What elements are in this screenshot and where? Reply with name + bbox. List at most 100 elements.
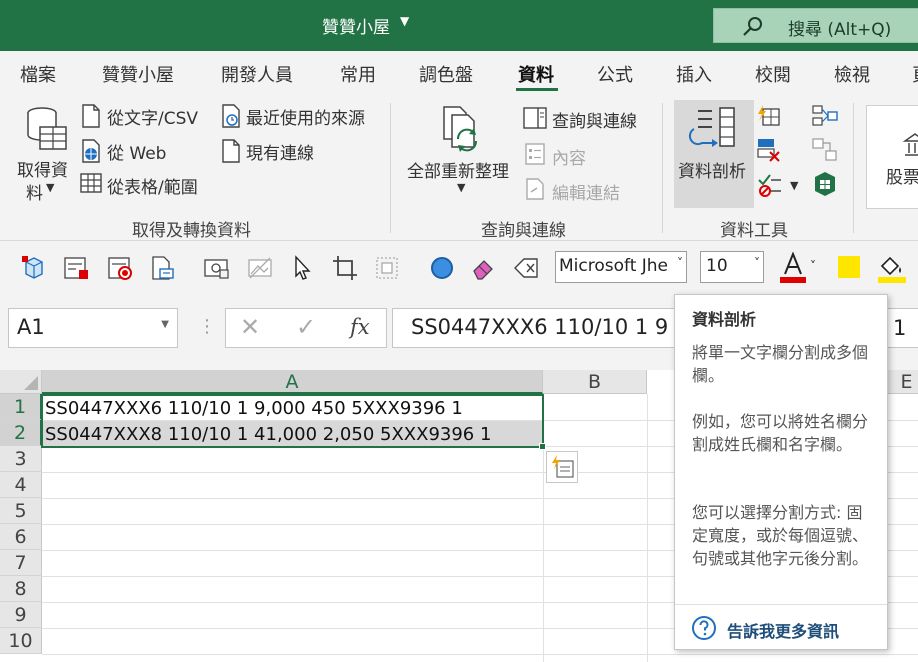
fill-color-icon[interactable]	[876, 252, 908, 284]
enter-icon[interactable]: ✓	[296, 313, 316, 341]
database-table-icon	[27, 107, 67, 150]
edit-links-button[interactable]: 編輯連結	[552, 179, 620, 204]
selection-border	[41, 394, 544, 448]
active-tab-indicator	[516, 88, 558, 91]
tab-formulas[interactable]: 公式	[597, 61, 633, 87]
existing-connections-icon	[222, 139, 240, 163]
row-header-2[interactable]: 2	[0, 420, 42, 446]
tooltip-example: 例如，您可以將姓名欄分割成姓氏欄和名字欄。	[692, 412, 869, 454]
font-name-select[interactable]: Microsoft Jhe ˅	[555, 251, 687, 283]
tab-review[interactable]: 校閱	[755, 61, 791, 87]
from-web-button[interactable]: 從 Web	[107, 139, 166, 164]
flash-fill-icon[interactable]	[757, 105, 781, 127]
column-header-b[interactable]: B	[543, 370, 647, 394]
tab-developer[interactable]: 開發人員	[221, 61, 293, 87]
eraser-icon[interactable]	[470, 254, 498, 282]
chevron-down-icon[interactable]: ▼	[161, 319, 169, 330]
search-box[interactable]: 搜尋 (Alt+Q)	[713, 8, 918, 43]
form-tools-icon[interactable]	[62, 254, 90, 282]
row-header-3[interactable]: 3	[0, 446, 42, 472]
tab-zanzan[interactable]: 贊贊小屋	[102, 61, 174, 87]
font-name-value: Microsoft Jhe	[559, 256, 669, 276]
fill-handle[interactable]	[539, 443, 546, 450]
group-label-queries: 查詢與連線	[481, 221, 566, 241]
select-all-button[interactable]	[0, 370, 42, 394]
cube-box-icon[interactable]	[20, 254, 48, 282]
recent-sources-icon	[222, 104, 240, 128]
chevron-down-icon[interactable]: ▼	[457, 181, 465, 194]
font-color-icon[interactable]	[779, 252, 807, 284]
cancel-icon[interactable]: ✕	[240, 313, 260, 341]
workbook-title[interactable]: 贊贊小屋	[322, 13, 390, 38]
chevron-down-icon[interactable]: ▼	[46, 181, 54, 194]
chevron-down-icon[interactable]: ▼	[790, 179, 798, 192]
chevron-down-icon[interactable]: ▼	[400, 14, 409, 28]
from-text-csv-button[interactable]: 從文字/CSV	[107, 104, 198, 129]
get-data-button[interactable]: 取得資	[17, 156, 68, 181]
tab-palette[interactable]: 調色盤	[419, 61, 473, 87]
font-size-select[interactable]: 10 ˅	[700, 251, 764, 283]
help-icon	[692, 616, 716, 640]
tab-file[interactable]: 檔案	[20, 61, 56, 87]
group-separator	[390, 103, 391, 233]
clear-format-icon[interactable]	[512, 254, 540, 282]
data-model-icon[interactable]	[812, 171, 838, 197]
row-header-8[interactable]: 8	[0, 576, 42, 602]
recent-sources-button[interactable]: 最近使用的來源	[246, 104, 365, 129]
existing-connections-button[interactable]: 現有連線	[246, 139, 314, 164]
row-header-10[interactable]: 10	[0, 628, 42, 654]
search-icon	[743, 17, 762, 36]
row-gridline	[42, 654, 918, 655]
stocks-button[interactable]: 股票	[866, 105, 918, 209]
formula-overflow-text: 1	[893, 316, 907, 340]
text-to-columns-label: 資料剖析	[678, 162, 746, 182]
queries-pane-icon	[523, 107, 547, 129]
from-table-range-button[interactable]: 從表格/範圍	[107, 173, 198, 198]
relationships-icon[interactable]	[812, 138, 838, 162]
tell-me-more-link[interactable]: 告訴我更多資訊	[727, 618, 839, 642]
tooltip-options: 您可以選擇分割方式: 固定寬度，或於每個逗號、句號或其他字元後分割。	[692, 503, 869, 568]
refresh-all-button[interactable]: 全部重新整理	[407, 157, 509, 182]
chevron-down-icon[interactable]: ˅	[810, 259, 816, 273]
shape-circle-icon[interactable]	[428, 254, 456, 282]
row-header-7[interactable]: 7	[0, 550, 42, 576]
remove-duplicates-icon[interactable]	[757, 138, 781, 162]
row-header-6[interactable]: 6	[0, 524, 42, 550]
properties-button[interactable]: 內容	[552, 144, 586, 169]
crop-icon[interactable]	[331, 254, 359, 282]
flash-fill-options-button[interactable]	[546, 451, 578, 483]
name-box[interactable]: A1 ▼	[8, 308, 178, 348]
get-data-button-line2[interactable]: 料	[26, 179, 43, 204]
formula-content: SS0447XXX6 110/10 1 9	[411, 315, 669, 339]
data-validation-icon[interactable]	[757, 172, 783, 198]
tab-page[interactable]: 頁	[912, 61, 918, 87]
tab-data[interactable]: 資料	[518, 61, 554, 87]
quick-access-toolbar: Microsoft Jhe ˅ 10 ˅ ˅	[0, 240, 918, 294]
row-header-9[interactable]: 9	[0, 602, 42, 628]
consolidate-icon[interactable]	[812, 105, 838, 127]
group-objects-icon[interactable]	[373, 254, 401, 282]
row-header-4[interactable]: 4	[0, 472, 42, 498]
image-disabled-icon[interactable]	[246, 254, 274, 282]
column-header-e[interactable]: E	[887, 370, 918, 394]
queries-connections-button[interactable]: 查詢與連線	[552, 107, 637, 132]
chevron-down-icon: ˅	[677, 256, 683, 270]
row-header-5[interactable]: 5	[0, 498, 42, 524]
column-header-a[interactable]: A	[42, 370, 543, 394]
tab-view[interactable]: 檢視	[834, 61, 870, 87]
stocks-label: 股票	[886, 168, 918, 188]
drag-handle-icon[interactable]: ⋮	[198, 316, 216, 337]
row-header-1[interactable]: 1	[0, 394, 42, 420]
properties-icon	[525, 143, 545, 165]
highlight-color-swatch[interactable]	[838, 256, 860, 278]
ribbon-tabs: 檔案 贊贊小屋 開發人員 常用 調色盤 資料 公式 插入 校閱 檢視 頁	[0, 51, 918, 95]
screenshot-icon[interactable]	[202, 254, 230, 282]
record-macro-icon[interactable]	[106, 254, 134, 282]
group-label-get-transform: 取得及轉換資料	[132, 221, 251, 241]
tab-insert[interactable]: 插入	[676, 61, 712, 87]
select-objects-icon[interactable]	[288, 254, 316, 282]
print-preview-icon[interactable]	[148, 254, 176, 282]
text-file-icon	[82, 104, 100, 128]
insert-function-button[interactable]: fx	[350, 315, 370, 339]
tab-home[interactable]: 常用	[340, 61, 376, 87]
